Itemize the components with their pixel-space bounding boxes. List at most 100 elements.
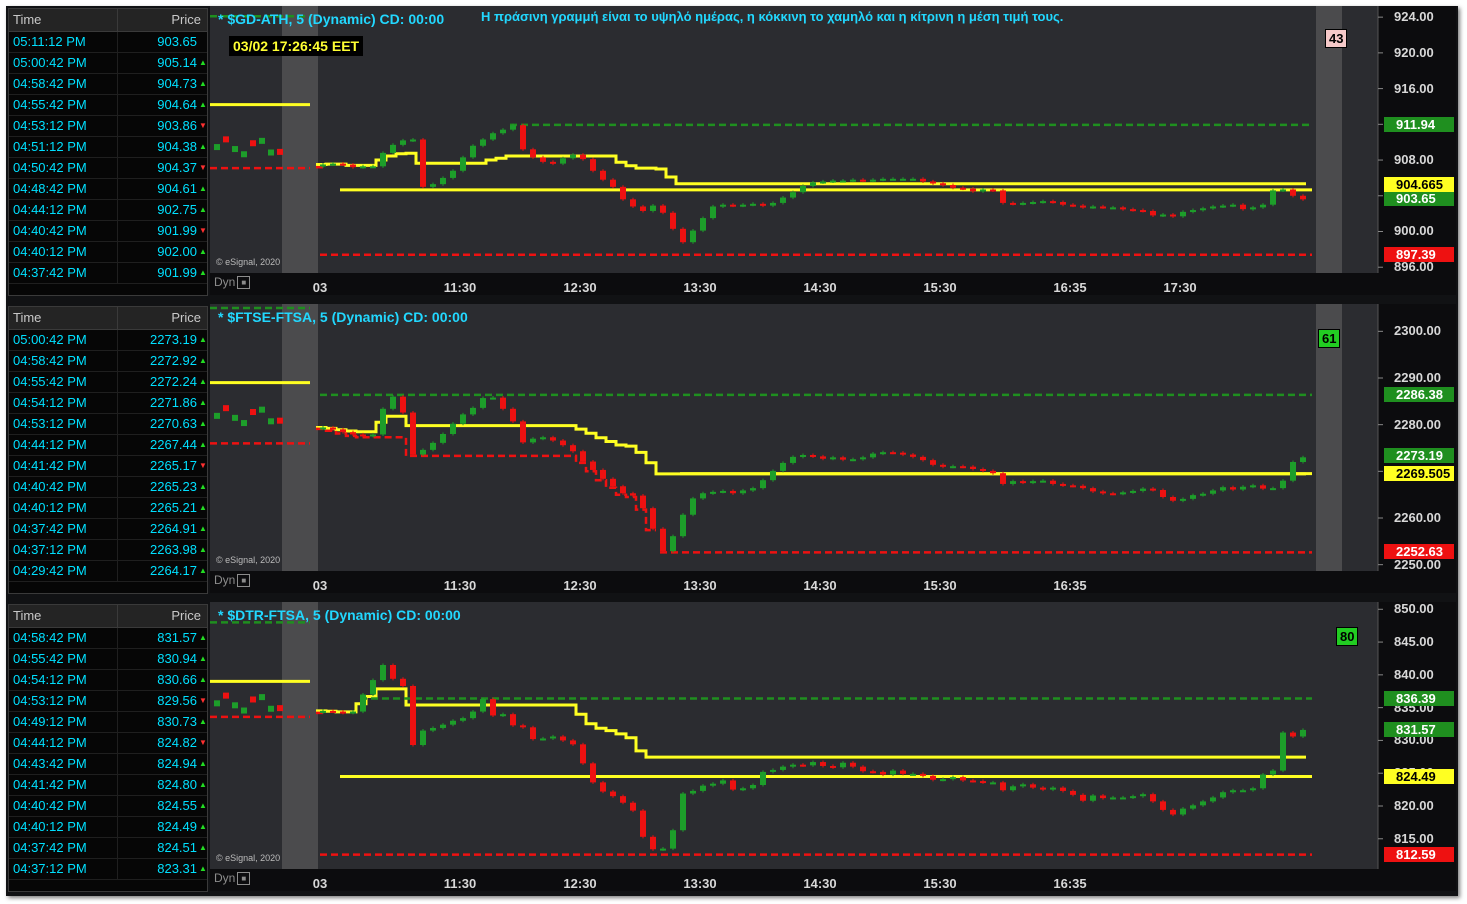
candle xyxy=(1000,473,1006,484)
table-row[interactable]: 04:49:12 PM 830.73 ▲ xyxy=(9,712,207,733)
lock-icon[interactable]: ■ xyxy=(237,574,251,588)
price-column-header[interactable]: Price xyxy=(118,9,207,31)
price-chart[interactable]: * $FTSE-FTSA, 5 (Dynamic) CD: 00:00 61 ©… xyxy=(210,304,1456,593)
candle xyxy=(730,780,736,790)
table-row[interactable]: 04:29:42 PM 2264.17 ▲ xyxy=(9,561,207,582)
table-row[interactable]: 04:40:42 PM 901.99 ▼ xyxy=(9,221,207,242)
chart-canvas[interactable] xyxy=(210,602,1456,891)
trade-time: 04:29:42 PM xyxy=(9,561,118,581)
candle xyxy=(1100,206,1106,209)
candle xyxy=(420,139,426,187)
candle xyxy=(990,470,996,474)
last-level-tag: 831.57 xyxy=(1384,722,1454,738)
candle xyxy=(1170,214,1176,217)
time-column-header[interactable]: Time xyxy=(9,9,118,31)
candle xyxy=(530,727,536,740)
chart-canvas[interactable] xyxy=(210,6,1456,295)
candle xyxy=(1100,795,1106,799)
table-row[interactable]: 04:41:42 PM 2265.17 ▼ xyxy=(9,456,207,477)
high-level-tag: 836.39 xyxy=(1384,690,1454,706)
candle xyxy=(960,466,966,469)
table-row[interactable]: 04:37:42 PM 824.51 ▲ xyxy=(9,838,207,859)
table-row[interactable]: 04:58:42 PM 831.57 ▲ xyxy=(9,628,207,649)
x-tick-label: 16:35 xyxy=(1053,876,1087,891)
table-row[interactable]: 04:53:12 PM 2270.63 ▲ xyxy=(9,414,207,435)
table-row[interactable]: 04:53:12 PM 903.86 ▼ xyxy=(9,116,207,137)
time-column-header[interactable]: Time xyxy=(9,605,118,627)
table-row[interactable]: 04:40:12 PM 2265.21 ▲ xyxy=(9,498,207,519)
time-column-header[interactable]: Time xyxy=(9,307,118,329)
table-row[interactable]: 05:11:12 PM 903.65 xyxy=(9,32,207,53)
x-tick-label: 11:30 xyxy=(443,280,477,295)
down-tick-icon: ▼ xyxy=(199,696,207,705)
time-and-sales-sheet[interactable]: Time Price 05:11:12 PM 903.65 05:00:42 PM 9… xyxy=(8,8,208,296)
candle xyxy=(950,185,956,188)
candle xyxy=(350,711,356,714)
table-row[interactable]: 04:41:42 PM 824.80 ▲ xyxy=(9,775,207,796)
up-tick-icon: ▲ xyxy=(199,675,207,684)
candle xyxy=(1090,206,1096,209)
trade-time: 05:00:42 PM xyxy=(9,53,118,73)
time-and-sales-sheet[interactable]: Time Price 04:58:42 PM 831.57 ▲ 04:55:42 PM… xyxy=(8,604,208,892)
candle xyxy=(1150,488,1156,491)
time-and-sales-sheet[interactable]: Time Price 05:00:42 PM 2273.19 ▲ 04:58:42 P… xyxy=(8,306,208,594)
table-row[interactable]: 04:44:12 PM 902.75 ▲ xyxy=(9,200,207,221)
table-row[interactable]: 05:00:42 PM 905.14 ▲ xyxy=(9,53,207,74)
table-row[interactable]: 04:40:12 PM 824.49 ▲ xyxy=(9,817,207,838)
trade-price: 2270.63 xyxy=(150,416,197,431)
table-row[interactable]: 04:58:42 PM 904.73 ▲ xyxy=(9,74,207,95)
table-row[interactable]: 04:58:42 PM 2272.92 ▲ xyxy=(9,351,207,372)
table-row[interactable]: 04:51:12 PM 904.38 ▲ xyxy=(9,137,207,158)
table-row[interactable]: 05:00:42 PM 2273.19 ▲ xyxy=(9,330,207,351)
table-row[interactable]: 04:40:42 PM 2265.23 ▲ xyxy=(9,477,207,498)
lock-icon[interactable]: ■ xyxy=(237,276,251,290)
sheet-header: Time Price xyxy=(9,605,207,628)
prev-session-candle xyxy=(250,409,256,416)
table-row[interactable]: 04:55:42 PM 2272.24 ▲ xyxy=(9,372,207,393)
price-column-header[interactable]: Price xyxy=(118,307,207,329)
dynamic-toggle[interactable]: Dyn ■ xyxy=(214,871,251,886)
table-row[interactable]: 04:43:42 PM 824.94 ▲ xyxy=(9,754,207,775)
trade-time: 04:37:12 PM xyxy=(9,859,118,879)
candle xyxy=(1060,202,1066,205)
candle xyxy=(920,178,926,182)
price-chart[interactable]: * $GD-ATH, 5 (Dynamic) CD: 00:00 Η πράσι… xyxy=(210,6,1456,295)
lock-icon[interactable]: ■ xyxy=(237,872,251,886)
table-row[interactable]: 04:37:12 PM 823.31 ▲ xyxy=(9,859,207,880)
table-row[interactable]: 04:54:12 PM 2271.86 ▲ xyxy=(9,393,207,414)
candle xyxy=(660,205,666,213)
table-row[interactable]: 04:37:42 PM 901.99 ▲ xyxy=(9,263,207,284)
table-row[interactable]: 04:37:12 PM 2263.98 ▲ xyxy=(9,540,207,561)
table-row[interactable]: 04:48:42 PM 904.61 ▲ xyxy=(9,179,207,200)
candle xyxy=(1280,732,1286,771)
candle xyxy=(800,764,806,767)
session-gap-shade xyxy=(282,602,318,869)
candle xyxy=(1030,481,1036,484)
table-row[interactable]: 04:53:12 PM 829.56 ▼ xyxy=(9,691,207,712)
prev-session-candle xyxy=(223,692,229,699)
table-row[interactable]: 04:55:42 PM 904.64 ▲ xyxy=(9,95,207,116)
table-row[interactable]: 04:40:42 PM 824.55 ▲ xyxy=(9,796,207,817)
price-column-header[interactable]: Price xyxy=(118,605,207,627)
table-row[interactable]: 04:50:42 PM 904.37 ▼ xyxy=(9,158,207,179)
candle xyxy=(750,203,756,206)
dynamic-toggle[interactable]: Dyn ■ xyxy=(214,573,251,588)
candle xyxy=(490,699,496,716)
candle xyxy=(420,730,426,746)
candle xyxy=(570,154,576,159)
candle xyxy=(1230,487,1236,490)
table-row[interactable]: 04:40:12 PM 902.00 ▲ xyxy=(9,242,207,263)
chart-canvas[interactable] xyxy=(210,304,1456,593)
up-tick-icon: ▲ xyxy=(199,184,207,193)
price-chart[interactable]: * $DTR-FTSA, 5 (Dynamic) CD: 00:00 80 © … xyxy=(210,601,1456,891)
candle xyxy=(390,665,396,679)
table-row[interactable]: 04:55:42 PM 830.94 ▲ xyxy=(9,649,207,670)
candle xyxy=(780,462,786,471)
table-row[interactable]: 04:44:12 PM 2267.44 ▲ xyxy=(9,435,207,456)
table-row[interactable]: 04:37:42 PM 2264.91 ▲ xyxy=(9,519,207,540)
table-row[interactable]: 04:54:12 PM 830.66 ▲ xyxy=(9,670,207,691)
candle xyxy=(880,771,886,775)
candle xyxy=(900,178,906,181)
dynamic-toggle[interactable]: Dyn ■ xyxy=(214,275,251,290)
table-row[interactable]: 04:44:12 PM 824.82 ▼ xyxy=(9,733,207,754)
